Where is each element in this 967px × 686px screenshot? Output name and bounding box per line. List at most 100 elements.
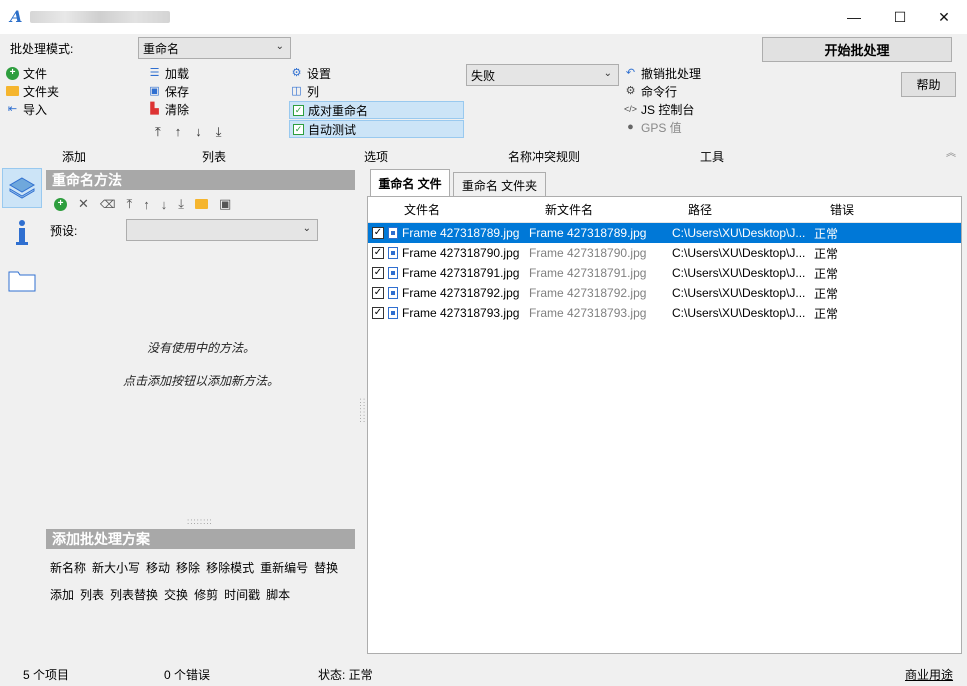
backspace-icon[interactable]: ⌫	[100, 198, 116, 211]
scheme-new-case[interactable]: 新大小写	[92, 559, 140, 576]
error-count: 0 个错误	[164, 668, 211, 682]
command-line-label: 命令行	[641, 84, 678, 99]
scheme-new-name[interactable]: 新名称	[50, 559, 86, 576]
row-error: 正常	[814, 246, 839, 261]
add-method-icon[interactable]: +	[54, 197, 67, 211]
start-batch-button[interactable]: 开始批处理	[762, 37, 952, 62]
row-new-filename: Frame 427318789.jpg	[529, 226, 647, 240]
column-new-filename[interactable]: 新文件名	[545, 201, 688, 218]
gps-label: GPS 值	[641, 120, 682, 135]
methods-layers-icon[interactable]	[2, 168, 42, 208]
pair-rename-label: 成对重命名	[308, 103, 369, 118]
undo-icon: ↶	[625, 66, 636, 79]
column-error[interactable]: 错误	[830, 201, 890, 218]
scheme-row-2: 添加 列表 列表替换 交换 修剪 时间戳 脚本	[50, 586, 290, 603]
row-new-filename: Frame 427318791.jpg	[529, 266, 647, 280]
move-top-icon[interactable]: ⤒	[155, 124, 161, 140]
move-down-icon[interactable]: ↓	[161, 197, 168, 212]
list-move-arrows: ⤒ ↑ ↓ ⤓	[155, 124, 222, 140]
side-strip	[2, 168, 44, 648]
methods-panel-title: 重命名方法	[46, 170, 355, 190]
preset-label: 预设:	[50, 224, 78, 238]
help-button[interactable]: 帮助	[901, 72, 956, 97]
scheme-script[interactable]: 脚本	[266, 586, 290, 603]
save-preset-icon[interactable]: ▣	[219, 196, 231, 212]
import-arrow-icon: ⇤	[7, 102, 18, 115]
panel-splitter-grip[interactable]: ::::::::	[187, 517, 213, 526]
auto-test-toggle[interactable]: ✓ 自动测试	[289, 120, 464, 138]
js-console-button[interactable]: </> JS 控制台	[624, 100, 701, 118]
conflict-rule-select[interactable]: 失败 ⌄	[466, 64, 619, 86]
file-icon	[388, 247, 402, 259]
row-checkbox[interactable]: ✓	[368, 307, 388, 319]
scheme-trim[interactable]: 修剪	[194, 586, 218, 603]
scheme-add[interactable]: 添加	[50, 586, 74, 603]
move-up-icon[interactable]: ↑	[143, 197, 150, 212]
columns-button[interactable]: ◫ 列	[290, 82, 331, 100]
file-icon	[388, 287, 402, 299]
list-icon: ☰	[149, 66, 160, 79]
check-icon: ✓	[293, 123, 304, 135]
file-row[interactable]: ✓ Frame 427318789.jpg Frame 427318789.jpg C…	[368, 223, 961, 243]
add-file-button[interactable]: + 文件	[6, 64, 59, 82]
preset-select[interactable]: ⌄	[126, 219, 318, 241]
batch-mode-value: 重命名	[143, 41, 180, 56]
column-path[interactable]: 路径	[688, 201, 830, 218]
move-down-icon[interactable]: ↓	[195, 124, 202, 140]
file-row[interactable]: ✓ Frame 427318793.jpg Frame 427318793.jpg C…	[368, 303, 961, 323]
minimize-button[interactable]: —	[831, 0, 877, 34]
tab-rename-files[interactable]: 重命名 文件	[370, 169, 450, 197]
file-row[interactable]: ✓ Frame 427318790.jpg Frame 427318790.jpg C…	[368, 243, 961, 263]
scheme-list[interactable]: 列表	[80, 586, 104, 603]
info-icon[interactable]	[2, 212, 42, 252]
scheme-timestamp[interactable]: 时间戳	[224, 586, 260, 603]
scheme-remove[interactable]: 移除	[176, 559, 200, 576]
remove-method-icon[interactable]: ✕	[78, 196, 89, 212]
clear-icon: ▙	[150, 102, 159, 115]
row-checkbox[interactable]: ✓	[368, 267, 388, 279]
column-filename[interactable]: 文件名	[402, 201, 545, 218]
move-bottom-icon[interactable]: ⤓	[216, 124, 222, 140]
scheme-swap[interactable]: 交换	[164, 586, 188, 603]
scheme-list-replace[interactable]: 列表替换	[110, 586, 158, 603]
scheme-replace[interactable]: 替换	[314, 559, 338, 576]
maximize-button[interactable]: ☐	[877, 0, 923, 34]
license-link[interactable]: 商业用途	[905, 666, 953, 683]
row-checkbox[interactable]: ✓	[368, 247, 388, 259]
open-preset-icon[interactable]	[194, 199, 208, 209]
close-button[interactable]: ✕	[921, 0, 967, 34]
add-folder-button[interactable]: 文件夹	[6, 82, 59, 100]
gps-values-button[interactable]: ● GPS 值	[624, 118, 701, 136]
load-list-button[interactable]: ☰ 加载	[148, 64, 189, 82]
move-top-icon[interactable]: ⤒	[126, 196, 132, 212]
collapse-ribbon-icon[interactable]: ︽	[946, 144, 956, 159]
move-up-icon[interactable]: ↑	[175, 124, 182, 140]
options-group: ⚙ 设置 ◫ 列	[290, 64, 331, 100]
save-list-button[interactable]: ▣ 保存	[148, 82, 189, 100]
command-line-button[interactable]: ⚙ 命令行	[624, 82, 701, 100]
row-path: C:\Users\XU\Desktop\J...	[672, 226, 806, 240]
scheme-renumber[interactable]: 重新编号	[260, 559, 308, 576]
row-filename: Frame 427318792.jpg	[402, 286, 520, 300]
row-checkbox[interactable]: ✓	[368, 227, 388, 239]
file-row[interactable]: ✓ Frame 427318792.jpg Frame 427318792.jpg C…	[368, 283, 961, 303]
scheme-move[interactable]: 移动	[146, 559, 170, 576]
empty-methods-message: 没有使用中的方法。	[146, 341, 255, 355]
row-error: 正常	[814, 226, 839, 241]
undo-batch-button[interactable]: ↶ 撤销批处理	[624, 64, 701, 82]
folder-outline-icon[interactable]	[2, 260, 42, 300]
row-checkbox[interactable]: ✓	[368, 287, 388, 299]
move-bottom-icon[interactable]: ⤓	[178, 196, 184, 212]
settings-button[interactable]: ⚙ 设置	[290, 64, 331, 82]
row-error: 正常	[814, 266, 839, 281]
import-button[interactable]: ⇤ 导入	[6, 100, 59, 118]
batch-mode-select[interactable]: 重命名 ⌄	[138, 37, 291, 59]
tab-rename-folders[interactable]: 重命名 文件夹	[453, 172, 546, 198]
pair-rename-toggle[interactable]: ✓ 成对重命名	[289, 101, 464, 119]
row-path: C:\Users\XU\Desktop\J...	[672, 286, 806, 300]
vertical-splitter-grip[interactable]: ::::::::	[358, 398, 367, 424]
clear-list-button[interactable]: ▙ 清除	[148, 100, 189, 118]
file-row[interactable]: ✓ Frame 427318791.jpg Frame 427318791.jpg C…	[368, 263, 961, 283]
scheme-remove-pattern[interactable]: 移除模式	[206, 559, 254, 576]
window-title-blurred	[30, 11, 170, 23]
